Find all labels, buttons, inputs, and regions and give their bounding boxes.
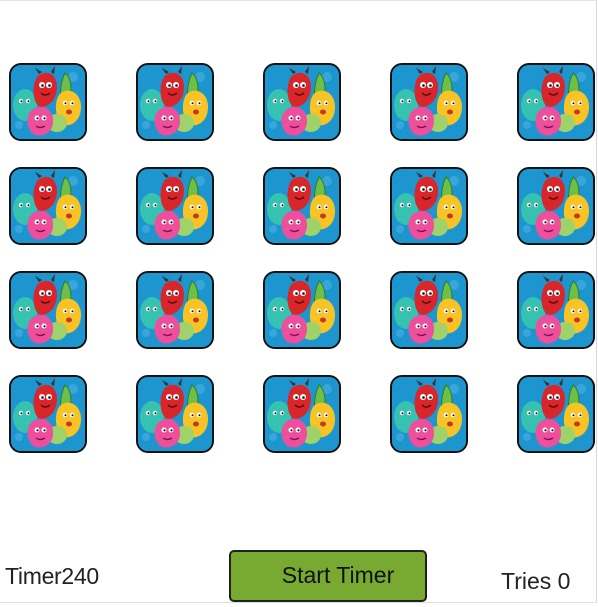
cartoon-monsters-icon xyxy=(138,273,212,347)
cartoon-monsters-icon xyxy=(265,65,339,139)
memory-card[interactable] xyxy=(136,375,214,453)
memory-card[interactable] xyxy=(9,63,87,141)
cartoon-monsters-icon xyxy=(392,169,466,243)
cartoon-monsters-icon xyxy=(11,169,85,243)
tries-value: 0 xyxy=(557,568,571,594)
cartoon-monsters-icon xyxy=(392,377,466,451)
cartoon-monsters-icon xyxy=(392,273,466,347)
cartoon-monsters-icon xyxy=(265,377,339,451)
memory-card[interactable] xyxy=(9,167,87,245)
memory-card[interactable] xyxy=(390,167,468,245)
start-timer-button[interactable]: Start Timer xyxy=(229,550,427,602)
tries-label: Tries xyxy=(501,568,552,594)
cartoon-monsters-icon xyxy=(265,169,339,243)
memory-card[interactable] xyxy=(263,271,341,349)
memory-card[interactable] xyxy=(9,375,87,453)
cartoon-monsters-icon xyxy=(519,273,593,347)
memory-card[interactable] xyxy=(517,271,595,349)
memory-card[interactable] xyxy=(136,167,214,245)
memory-card[interactable] xyxy=(390,271,468,349)
timer-value: 240 xyxy=(61,563,99,589)
card-grid xyxy=(9,63,595,453)
memory-card[interactable] xyxy=(517,167,595,245)
memory-card[interactable] xyxy=(136,271,214,349)
cartoon-monsters-icon xyxy=(11,273,85,347)
memory-card[interactable] xyxy=(263,63,341,141)
cartoon-monsters-icon xyxy=(11,377,85,451)
cartoon-monsters-icon xyxy=(138,377,212,451)
cartoon-monsters-icon xyxy=(519,169,593,243)
cartoon-monsters-icon xyxy=(138,169,212,243)
cartoon-monsters-icon xyxy=(265,273,339,347)
tries-display: Tries 0 xyxy=(501,568,570,595)
memory-card[interactable] xyxy=(517,63,595,141)
memory-card[interactable] xyxy=(136,63,214,141)
timer-label: Timer xyxy=(5,563,62,589)
cartoon-monsters-icon xyxy=(519,65,593,139)
memory-card[interactable] xyxy=(263,375,341,453)
memory-card[interactable] xyxy=(9,271,87,349)
timer-display: Timer240 xyxy=(5,563,99,590)
memory-card[interactable] xyxy=(517,375,595,453)
cartoon-monsters-icon xyxy=(519,377,593,451)
cartoon-monsters-icon xyxy=(392,65,466,139)
cartoon-monsters-icon xyxy=(138,65,212,139)
memory-card[interactable] xyxy=(390,375,468,453)
memory-card[interactable] xyxy=(390,63,468,141)
cartoon-monsters-icon xyxy=(11,65,85,139)
memory-card[interactable] xyxy=(263,167,341,245)
